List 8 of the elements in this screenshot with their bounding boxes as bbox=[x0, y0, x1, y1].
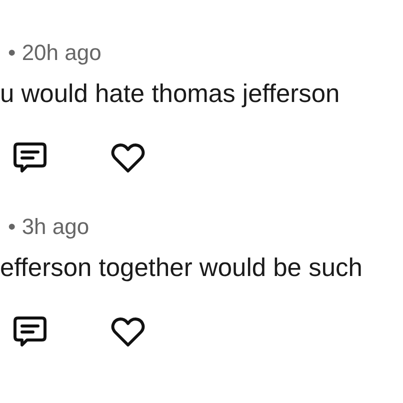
comment-text: u would hate thomas jefferson bbox=[0, 79, 340, 110]
heart-icon bbox=[111, 143, 145, 173]
heart-icon bbox=[111, 317, 145, 347]
comment-meta: • 3h ago bbox=[7, 213, 90, 241]
speech-bubble-icon bbox=[13, 142, 47, 174]
comment-text: efferson together would be such bbox=[0, 253, 362, 284]
comment-meta: • 20h ago bbox=[7, 39, 102, 67]
speech-bubble-icon bbox=[13, 316, 47, 348]
